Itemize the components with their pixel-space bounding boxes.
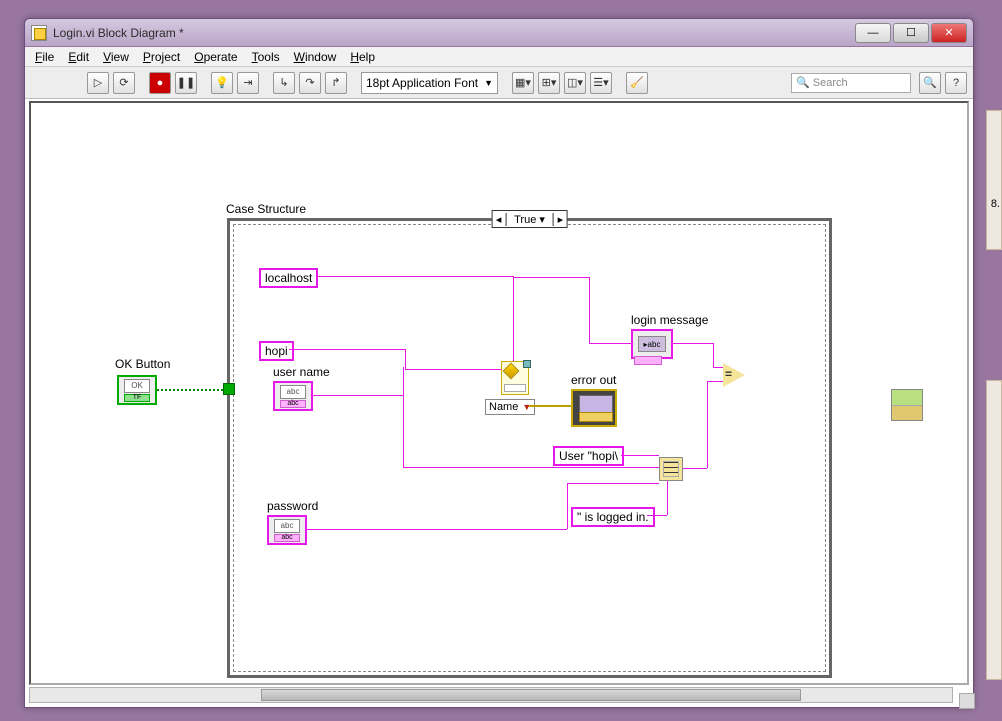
property-name[interactable]: Name▼ <box>485 399 535 415</box>
app-icon <box>31 25 47 41</box>
wire <box>713 367 723 368</box>
diagram-canvas[interactable]: OK Button OKTF Case Structure ◂True ▾▸ l… <box>29 101 969 685</box>
user-name-label: user name <box>273 365 330 379</box>
distribute-button[interactable]: ⊞▾ <box>538 72 560 94</box>
run-button[interactable]: ▷ <box>87 72 109 94</box>
titlebar[interactable]: Login.vi Block Diagram * — ☐ ✕ <box>25 19 973 47</box>
wire <box>403 367 404 395</box>
menu-help[interactable]: Help <box>350 50 375 64</box>
window-title: Login.vi Block Diagram * <box>53 26 855 40</box>
maximize-button[interactable]: ☐ <box>893 23 929 43</box>
resize-button[interactable]: ◫▾ <box>564 72 586 94</box>
login-message-label: login message <box>631 313 708 327</box>
property-node[interactable] <box>501 361 529 395</box>
error-out-terminal[interactable] <box>571 389 617 427</box>
wire <box>403 395 404 467</box>
wire <box>713 343 714 367</box>
app-window: Login.vi Block Diagram * — ☐ ✕ FFileile … <box>24 18 974 708</box>
error-out-label: error out <box>571 373 616 387</box>
step-into-button[interactable]: ↳ <box>273 72 295 94</box>
wire <box>317 276 513 277</box>
align-button[interactable]: ▦▾ <box>512 72 534 94</box>
wire <box>667 481 668 515</box>
const-localhost[interactable]: localhost <box>259 268 318 288</box>
wire <box>707 381 723 382</box>
menu-file[interactable]: FFileile <box>35 50 54 64</box>
horizontal-scrollbar[interactable] <box>29 687 953 703</box>
menu-edit[interactable]: Edit <box>68 50 89 64</box>
wire <box>567 483 568 529</box>
wire <box>647 515 667 516</box>
wire <box>307 529 567 530</box>
wire-error <box>529 405 571 407</box>
toolbar: ▷ ⟳ ● ❚❚ 💡 ⇥ ↳ ↷ ↱ 18pt Application Font… <box>25 67 973 99</box>
wire <box>589 343 631 344</box>
pause-button[interactable]: ❚❚ <box>175 72 197 94</box>
case-tunnel[interactable] <box>223 383 235 395</box>
ok-button-terminal[interactable]: OKTF <box>117 375 157 405</box>
password-terminal[interactable]: abcabc <box>267 515 307 545</box>
wire <box>405 349 406 369</box>
case-structure-label: Case Structure <box>226 202 306 216</box>
wire <box>289 349 405 350</box>
wire <box>683 468 707 469</box>
wire <box>313 395 403 396</box>
bg-label: 8. <box>991 198 1000 210</box>
wire <box>707 381 708 468</box>
user-name-terminal[interactable]: abcabc <box>273 381 313 411</box>
menu-project[interactable]: Project <box>143 50 180 64</box>
highlight-button[interactable]: 💡 <box>211 72 233 94</box>
login-message-terminal[interactable]: ▸abc <box>631 329 673 359</box>
wire <box>403 467 659 468</box>
search-button[interactable]: 🔍 <box>919 72 941 94</box>
const-hopi[interactable]: hopi <box>259 341 294 361</box>
wire <box>405 369 501 370</box>
concatenate-strings[interactable] <box>659 457 683 481</box>
wire <box>567 483 659 484</box>
step-out-button[interactable]: ↱ <box>325 72 347 94</box>
resize-handle[interactable] <box>959 693 975 709</box>
retain-button[interactable]: ⇥ <box>237 72 259 94</box>
ok-button-label: OK Button <box>115 357 170 371</box>
menubar[interactable]: FFileile Edit View Project Operate Tools… <box>25 47 973 67</box>
password-label: password <box>267 499 318 513</box>
search-input[interactable]: 🔍 Search <box>791 73 911 93</box>
const-logged-in[interactable]: " is logged in. <box>571 507 655 527</box>
wire <box>621 455 659 456</box>
wire-ok-to-case <box>157 389 223 391</box>
minimize-button[interactable]: — <box>855 23 891 43</box>
menu-view[interactable]: View <box>103 50 129 64</box>
equals-node[interactable] <box>723 363 745 387</box>
font-selector[interactable]: 18pt Application Font▼ <box>361 72 498 94</box>
wire <box>513 276 514 361</box>
cleanup-button[interactable]: 🧹 <box>626 72 648 94</box>
menu-operate[interactable]: Operate <box>194 50 237 64</box>
wire <box>513 277 589 278</box>
wire <box>673 343 713 344</box>
menu-tools[interactable]: Tools <box>252 50 280 64</box>
abort-button[interactable]: ● <box>149 72 171 94</box>
run-continuous-button[interactable]: ⟳ <box>113 72 135 94</box>
help-button[interactable]: ? <box>945 72 967 94</box>
case-selector[interactable]: ◂True ▾▸ <box>491 210 568 228</box>
step-over-button[interactable]: ↷ <box>299 72 321 94</box>
subvi-icon[interactable] <box>891 389 923 421</box>
reorder-button[interactable]: ☰▾ <box>590 72 612 94</box>
close-button[interactable]: ✕ <box>931 23 967 43</box>
const-user-hopi[interactable]: User "hopi\ <box>553 446 624 466</box>
menu-window[interactable]: Window <box>294 50 337 64</box>
wire <box>589 277 590 343</box>
